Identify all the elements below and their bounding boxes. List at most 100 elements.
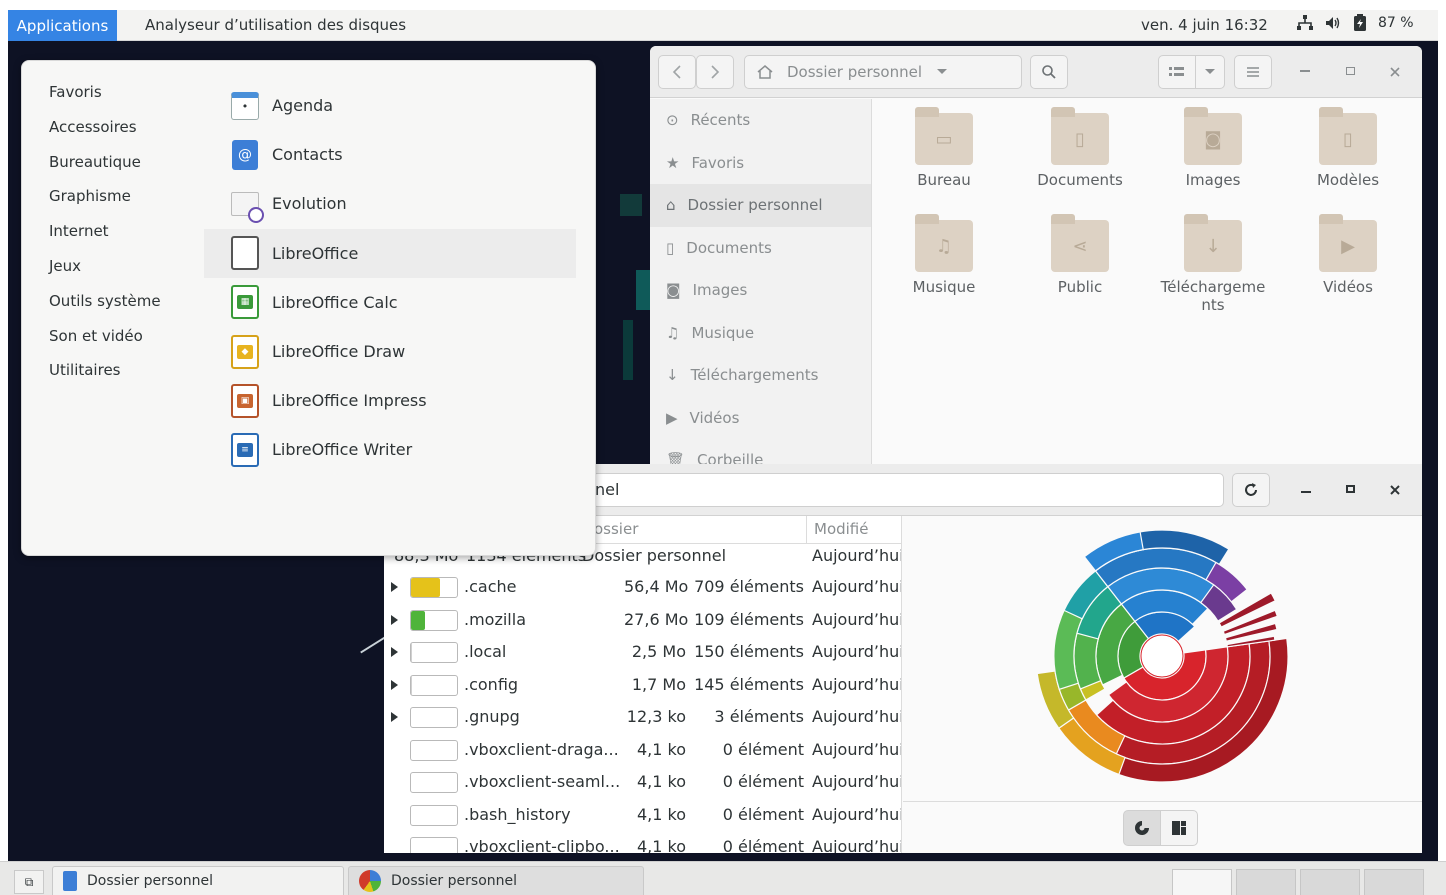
- table-row[interactable]: .vboxclient-clipbo... 4,1 ko 0 élément Aujo…: [384, 832, 901, 853]
- category-system-tools[interactable]: Outils système: [49, 292, 161, 327]
- category-favorites[interactable]: Favoris: [49, 83, 161, 118]
- task-files[interactable]: Dossier personnel: [52, 866, 344, 895]
- minimize-button[interactable]: [1301, 491, 1311, 493]
- maximize-button[interactable]: [1346, 485, 1355, 493]
- usage-bar-fill: [411, 610, 426, 630]
- folder-pictures-icon: ◙: [1184, 107, 1242, 165]
- sidebar-item-starred[interactable]: ★ Favoris: [650, 142, 871, 185]
- minimize-button[interactable]: [1300, 70, 1310, 72]
- table-row[interactable]: .vboxclient-seaml... 4,1 ko 0 élément Aujou…: [384, 767, 901, 800]
- location-path[interactable]: nel: [592, 473, 1224, 507]
- sidebar-item-music[interactable]: ♫ Musique: [650, 312, 871, 355]
- app-agenda[interactable]: • Agenda: [204, 81, 576, 130]
- view-mode-button[interactable]: [1158, 55, 1196, 89]
- menu-button[interactable]: [1234, 55, 1272, 89]
- download-icon: ↓: [666, 366, 679, 385]
- category-games[interactable]: Jeux: [49, 257, 161, 292]
- expander-arrow-icon[interactable]: [391, 712, 398, 722]
- table-row[interactable]: .local 2,5 Mo 150 éléments Aujourd’hui: [384, 637, 901, 670]
- app-contacts[interactable]: @ Contacts: [204, 130, 576, 179]
- category-internet[interactable]: Internet: [49, 222, 161, 257]
- folder-public[interactable]: ⋖ Public: [1020, 214, 1140, 296]
- show-desktop-button[interactable]: ⧉: [14, 870, 44, 894]
- ring-center[interactable]: [1140, 634, 1184, 678]
- treemap-chart-button[interactable]: [1160, 810, 1198, 846]
- expander-arrow-icon[interactable]: [391, 614, 398, 625]
- app-libreoffice-draw[interactable]: ◆ LibreOffice Draw: [204, 327, 576, 376]
- back-button[interactable]: [658, 55, 696, 89]
- sidebar-item-home[interactable]: ⌂ Dossier personnel: [650, 184, 871, 227]
- category-accessories[interactable]: Accessoires: [49, 118, 161, 153]
- search-button[interactable]: [1030, 55, 1068, 89]
- folder-pictures[interactable]: ◙ Images: [1153, 107, 1273, 189]
- row-name: .mozilla: [464, 609, 526, 629]
- libreoffice-writer-icon: ≡: [230, 432, 260, 467]
- path-extra-segment[interactable]: [962, 55, 1022, 89]
- rings-chart-button[interactable]: [1123, 810, 1161, 846]
- sidebar-item-recent[interactable]: ⊙ Récents: [650, 99, 871, 142]
- row-modified: Aujourd’hui: [812, 837, 902, 853]
- sidebar-item-videos[interactable]: ▶ Vidéos: [650, 397, 871, 440]
- folder-downloads[interactable]: ↓ Téléchargeme nts: [1153, 214, 1273, 314]
- chevron-down-icon: [1205, 69, 1215, 74]
- table-row[interactable]: .bash_history 4,1 ko 0 élément Aujourd’hui: [384, 800, 901, 833]
- table-row[interactable]: .cache 56,4 Mo 709 éléments Aujourd’hui: [384, 572, 901, 605]
- sunburst-chart[interactable]: [903, 516, 1422, 801]
- close-icon[interactable]: [1390, 67, 1400, 77]
- row-size: 1,7 Mo: [631, 674, 686, 694]
- view-options-button[interactable]: [1195, 55, 1225, 89]
- expander-arrow-icon[interactable]: [391, 582, 398, 592]
- row-name: .config: [464, 674, 519, 694]
- app-libreoffice-impress[interactable]: ▣ LibreOffice Impress: [204, 376, 576, 425]
- folder-music[interactable]: ♫ Musique: [884, 214, 1004, 296]
- category-sound-video[interactable]: Son et vidéo: [49, 327, 161, 362]
- folder-templates[interactable]: ▯ Modèles: [1288, 107, 1408, 189]
- column-modified[interactable]: Modifié: [814, 520, 869, 538]
- column-divider: [806, 516, 807, 544]
- workspace-1[interactable]: [1172, 869, 1232, 895]
- row-count: 0 élément: [722, 837, 804, 853]
- category-graphics[interactable]: Graphisme: [49, 187, 161, 222]
- system-tray[interactable]: 87 %: [1296, 14, 1414, 32]
- clock[interactable]: ven. 4 juin 16:32: [1141, 16, 1268, 34]
- category-office[interactable]: Bureautique: [49, 153, 161, 188]
- sidebar-item-downloads[interactable]: ↓ Téléchargements: [650, 354, 871, 397]
- column-folder[interactable]: ossier: [594, 520, 638, 538]
- workspace-3[interactable]: [1300, 869, 1360, 895]
- task-disk-usage[interactable]: Dossier personnel: [348, 866, 644, 895]
- app-evolution[interactable]: Evolution: [204, 179, 576, 228]
- table-row[interactable]: .config 1,7 Mo 145 éléments Aujourd’hui: [384, 670, 901, 703]
- table-row[interactable]: .mozilla 27,6 Mo 109 éléments Aujourd’hui: [384, 605, 901, 638]
- close-icon[interactable]: [1390, 485, 1400, 495]
- workspace-4[interactable]: [1364, 869, 1424, 895]
- hamburger-icon: [1247, 67, 1259, 77]
- app-libreoffice[interactable]: LibreOffice: [204, 228, 576, 278]
- refresh-button[interactable]: [1232, 473, 1270, 507]
- row-modified: Aujourd’hui: [812, 609, 902, 629]
- folder-documents[interactable]: ▯ Documents: [1020, 107, 1140, 189]
- maximize-button[interactable]: [1346, 67, 1355, 75]
- row-count: 0 élément: [722, 739, 804, 759]
- sidebar-item-pictures[interactable]: ◙ Images: [650, 269, 871, 312]
- expander-arrow-icon[interactable]: [391, 679, 398, 690]
- table-row[interactable]: .vboxclient-draga... 4,1 ko 0 élément Aujou…: [384, 735, 901, 768]
- category-utilities[interactable]: Utilitaires: [49, 361, 161, 396]
- folder-videos[interactable]: ▶ Vidéos: [1288, 214, 1408, 296]
- ring-chart[interactable]: [903, 516, 1422, 801]
- home-icon: ⌂: [666, 196, 676, 215]
- sidebar-item-trash[interactable]: 🗑 Corbeille: [650, 439, 871, 466]
- folder-desktop[interactable]: ▭ Bureau: [884, 107, 1004, 189]
- forward-button[interactable]: [696, 55, 734, 89]
- row-modified: Aujourd’hui: [812, 642, 902, 661]
- wallpaper-shape: [620, 194, 642, 216]
- app-libreoffice-calc[interactable]: ▦ LibreOffice Calc: [204, 278, 576, 327]
- workspace-2[interactable]: [1236, 869, 1296, 895]
- refresh-icon: [1245, 483, 1257, 496]
- table-row[interactable]: .gnupg 12,3 ko 3 éléments Aujourd’hui: [384, 702, 901, 735]
- sidebar-item-documents[interactable]: ▯ Documents: [650, 227, 871, 270]
- top-bar: Applications Analyseur d’utilisation des…: [8, 10, 1438, 41]
- expander-arrow-icon[interactable]: [391, 647, 398, 657]
- app-libreoffice-writer[interactable]: ≡ LibreOffice Writer: [204, 425, 576, 474]
- active-app-title[interactable]: Analyseur d’utilisation des disques: [145, 16, 406, 34]
- applications-menu-button[interactable]: Applications: [8, 10, 117, 41]
